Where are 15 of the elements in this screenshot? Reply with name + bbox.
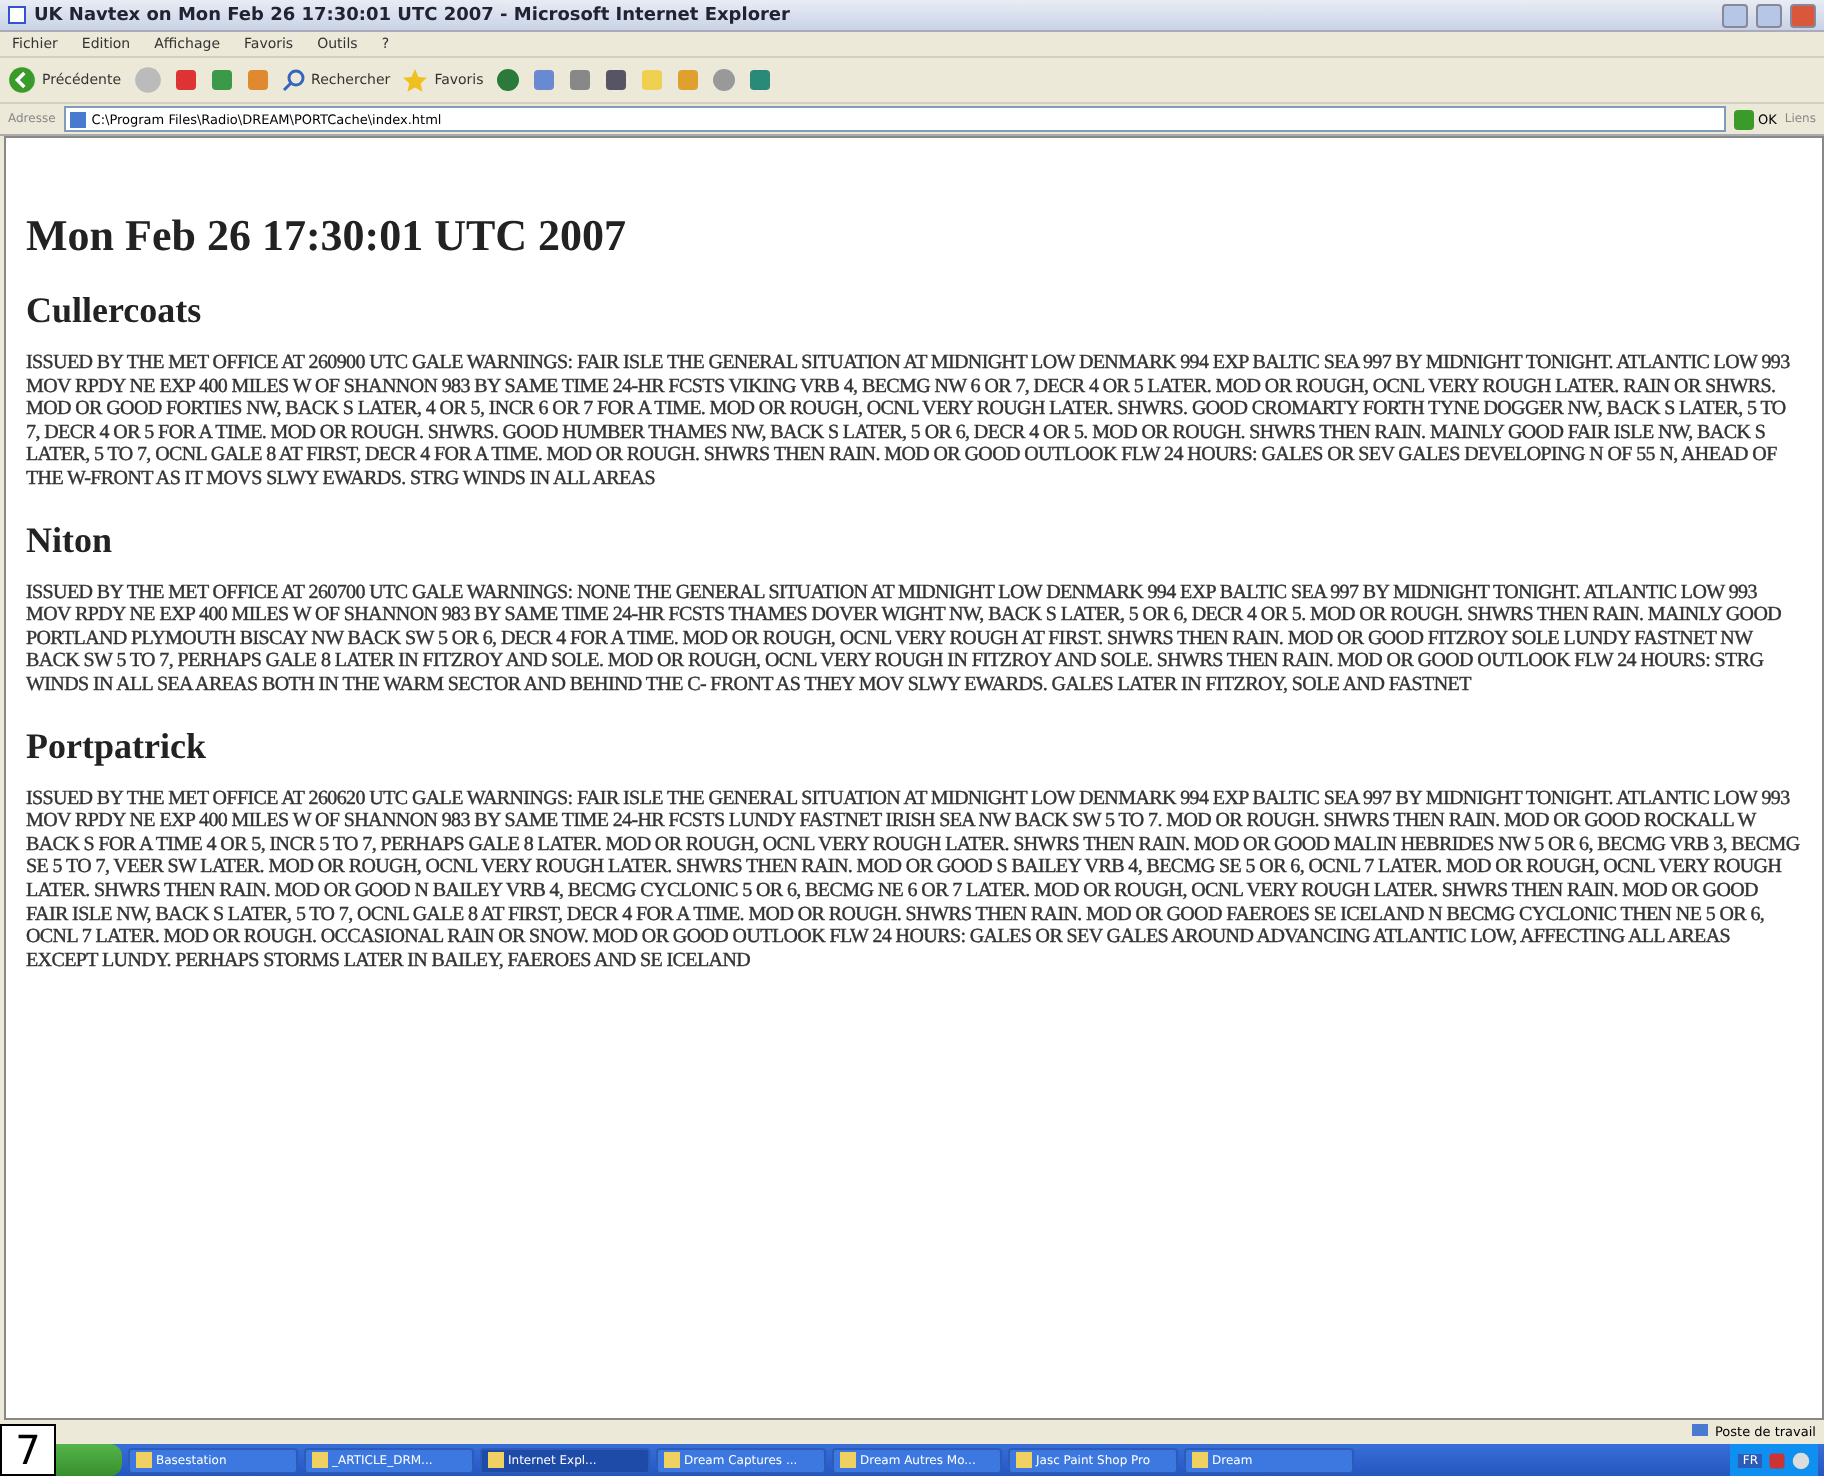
- close-button[interactable]: [1790, 3, 1816, 27]
- forecast-text: ISSUED BY THE MET OFFICE AT 260900 UTC GALE WARNINGS: FAIR ISLE THE GENERAL SITUATION AT MIDNIGHT LOW DENMARK 994 EXP BALTIC SEA 997 BY MIDNIGHT TONIGHT. ATLANTIC LOW 993 MOV RPDY NE EXP 400 MILES W OF SHANNON 983 BY SAME TIME 24-HR FCSTS VIKING VRB 4, BECMG NW 6 OR 7, DECR 4 OR 5 LATER. MOD OR ROUGH, OCNL VERY ROUGH LATER. RAIN OR SHWRS. MOD OR GOOD FORTIES NW, BACK S LATER, 4 OR 5, INCR 6 OR 7 FOR A TIME. MOD OR ROUGH, OCNL VERY ROUGH LATER. SHWRS. GOOD CROMARTY FORTH TYNE DOGGER NW, BACK S LATER, 5 TO 7, DECR 4 OR 5 FOR A TIME. MOD OR ROUGH. SHWRS. GOOD HUMBER THAMES NW, BACK S LATER, 5 OR 6, DECR 4 OR 5. MOD OR ROUGH. SHWRS THEN RAIN. MAINLY GOOD FAIR ISLE NW, BACK S LATER, 5 TO 7, OCNL GALE 8 AT FIRST, DECR 4 FOR A TIME. MOD OR ROUGH. SHWRS THEN RAIN. MOD OR GOOD OUTLOOK FLW 24 HOURS: GALES OR SEV GALES DEVELOPING N OF 55 N, AHEAD OF THE W-FRONT AS IT MOVS SLWY EWARDS. STRG WINDS IN ALL AREAS: [26, 352, 1792, 492]
- page-heading: Mon Feb 26 17:30:01 UTC 2007: [26, 210, 629, 262]
- star-icon: [402, 67, 429, 93]
- figure-number: 7: [0, 1424, 56, 1476]
- window-title: UK Navtex on Mon Feb 26 17:30:01 UTC 2007 - Microsoft Internet Explorer: [34, 5, 790, 25]
- maximize-button[interactable]: [1756, 3, 1782, 27]
- forecast-text: ISSUED BY THE MET OFFICE AT 260700 UTC GALE WARNINGS: NONE THE GENERAL SITUATION AT MIDNIGHT LOW DENMARK 994 EXP BALTIC SEA 997 BY MIDNIGHT TONIGHT. ATLANTIC LOW 993 MOV RPDY NE EXP 400 MILES W OF SHANNON 983 BY SAME TIME 24-HR FCSTS THAMES DOVER WIGHT NW, BACK S LATER, 5 OR 6, DECR 4 OR 5. MOD OR ROUGH. SHWRS THEN RAIN. MAINLY GOOD PORTLAND PLYMOUTH BISCAY NW BACK SW 5 OR 6, DECR 4 FOR A TIME. MOD OR ROUGH, OCNL VERY ROUGH AT FIRST. SHWRS THEN RAIN. MOD OR GOOD FITZROY SOLE LUNDY FASTNET NW BACK SW 5 TO 7, PERHAPS GALE 8 LATER IN FITZROY AND SOLE. MOD OR ROUGH, OCNL VERY ROUGH IN FITZROY AND SOLE. SHWRS THEN RAIN. MOD OR GOOD OUTLOOK FLW 24 HOURS: STRG WINDS IN ALL SEA AREAS BOTH IN THE WARM SECTOR AND BEHIND THE C- FRONT AS THEY MOV SLWY EWARDS. GALES LATER IN FITZROY, SOLE AND FASTNET: [26, 581, 1784, 698]
- search-icon: [281, 68, 306, 92]
- station-heading: Cullercoats: [26, 290, 204, 332]
- forecast-text: ISSUED BY THE MET OFFICE AT 260620 UTC GALE WARNINGS: FAIR ISLE THE GENERAL SITUATION AT MIDNIGHT LOW DENMARK 994 EXP BALTIC SEA 997 BY MIDNIGHT TONIGHT. ATLANTIC LOW 993 MOV RPDY NE EXP 400 MILES W OF SHANNON 983 BY SAME TIME 24-HR FCSTS LUNDY FASTNET IRISH SEA NW BACK SW 5 TO 7. MOD OR ROUGH. SHWRS THEN RAIN. MOD OR GOOD ROCKALL W BACK S FOR A TIME 4 OR 5, INCR 5 TO 7, PERHAPS GALE 8 LATER. MOD OR ROUGH, OCNL VERY ROUGH LATER. SHWRS THEN RAIN. MOD OR GOOD MALIN HEBRIDES NW 5 OR 6, BECMG VRB 3, BECMG SE 5 TO 7, VEER SW LATER. MOD OR ROUGH, OCNL VERY ROUGH LATER. SHWRS THEN RAIN. MOD OR GOOD S BAILEY VRB 4, BECMG SE 5 OR 6, OCNL 7 LATER. MOD OR ROUGH, OCNL VERY ROUGH LATER. SHWRS THEN RAIN. MOD OR GOOD N BAILEY VRB 4, BECMG CYCLONIC 5 OR 6, BECMG NE 6 OR 7 LATER. MOD OR ROUGH, OCNL VERY ROUGH LATER. SHWRS THEN RAIN. MOD OR GOOD FAIR ISLE NW, BACK S LATER, 5 TO 7, OCNL GALE 8 AT FIRST, DECR 4 FOR A TIME. MOD OR ROUGH. SHWRS THEN RAIN. MOD OR GOOD FAEROES SE ICELAND N BECMG CYCLONIC THEN NE 5 OR 6, OCNL 7 LATER. MOD OR ROUGH. OCCASIONAL RAIN OR SNOW. MOD OR GOOD OUTLOOK FLW 24 HOURS: GALES OR SEV GALES AROUND ADVANCING ATLANTIC LOW, AFFECTING ALL AREAS EXCEPT LUNDY. PERHAPS STORMS LATER IN BAILEY, FAEROES AND SE ICELAND: [26, 787, 1802, 973]
- station-heading: Portpatrick: [26, 725, 208, 768]
- minimize-button[interactable]: [1722, 3, 1748, 27]
- start-button[interactable]: [54, 1444, 122, 1476]
- station-heading: Niton: [26, 519, 115, 562]
